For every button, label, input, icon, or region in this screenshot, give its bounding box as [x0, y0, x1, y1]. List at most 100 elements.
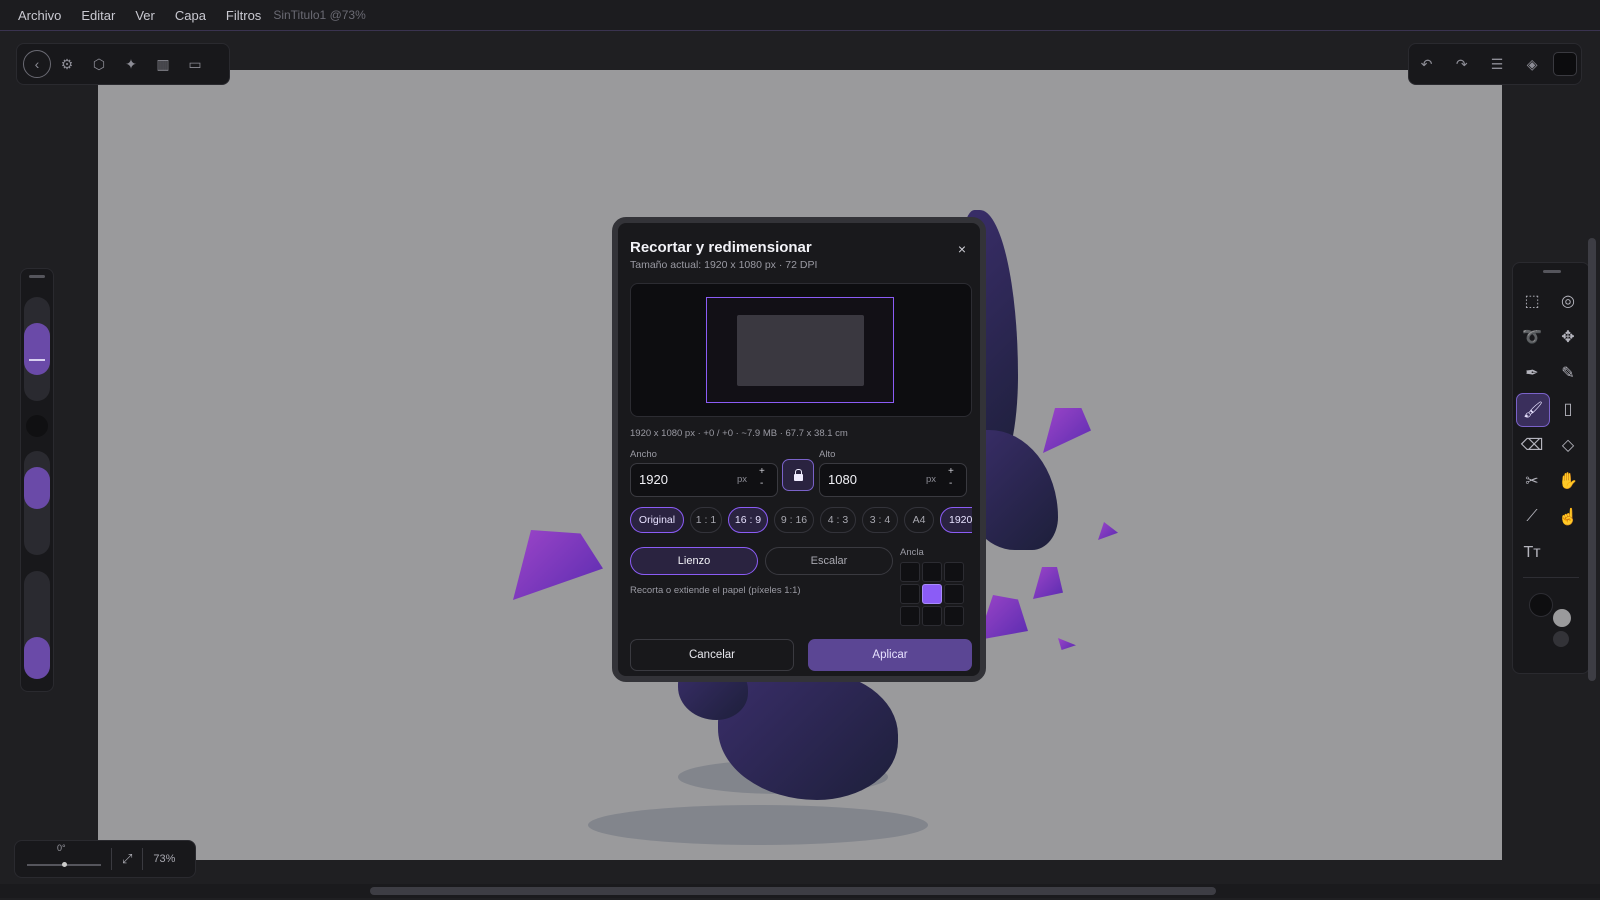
window-icon[interactable]: ▭ — [179, 48, 211, 80]
gradient-icon[interactable]: ▥ — [147, 48, 179, 80]
close-icon[interactable]: × — [958, 241, 966, 257]
panel-divider — [1523, 577, 1579, 578]
preset-original[interactable]: Original — [630, 507, 684, 533]
dialog-subtitle: Tamaño actual: 1920 x 1080 px · 72 DPI — [630, 259, 818, 271]
lasso-icon[interactable]: ➰ — [1516, 321, 1548, 353]
preset-1920[interactable]: 1920 — [940, 507, 972, 533]
menu-filtros[interactable]: Filtros — [226, 8, 261, 23]
gear-icon[interactable]: ⚙ — [51, 48, 83, 80]
swap-colors-swatch[interactable] — [1553, 631, 1569, 647]
preset-a4[interactable]: A4 — [904, 507, 934, 533]
anchor-top-right[interactable] — [944, 562, 964, 582]
height-increment-button[interactable]: + — [948, 466, 954, 477]
divider — [142, 848, 144, 870]
width-field[interactable]: 1920 px + - — [630, 463, 778, 497]
height-decrement-button[interactable]: - — [949, 478, 952, 489]
preset-1-1[interactable]: 1 : 1 — [690, 507, 722, 533]
artwork-shard — [513, 530, 603, 600]
background-color-swatch[interactable] — [1553, 609, 1571, 627]
cancel-button[interactable]: Cancelar — [630, 639, 794, 671]
menu-archivo[interactable]: Archivo — [18, 8, 61, 23]
cube-icon[interactable]: ⬡ — [83, 48, 115, 80]
opacity-slider[interactable] — [24, 451, 50, 555]
anchor-center[interactable] — [922, 584, 942, 604]
anchor-middle-left[interactable] — [900, 584, 920, 604]
vertical-scroll-thumb[interactable] — [1588, 238, 1596, 681]
hand-icon[interactable]: ✋ — [1552, 465, 1584, 497]
mode-canvas-button[interactable]: Lienzo — [630, 547, 758, 575]
crop-resize-dialog: Recortar y redimensionar Tamaño actual: … — [612, 217, 986, 682]
width-value[interactable]: 1920 — [639, 472, 668, 487]
zoom-value[interactable]: 73% — [153, 853, 175, 865]
flow-slider[interactable] — [24, 571, 50, 679]
gesture-icon[interactable]: ☝ — [1552, 501, 1584, 533]
panel-handle — [29, 275, 45, 278]
brush-size-slider[interactable] — [24, 297, 50, 401]
dialog-title: Recortar y redimensionar — [630, 239, 812, 256]
crop-info: 1920 x 1080 px · +0 / +0 · ~7.9 MB · 67.… — [630, 428, 848, 439]
width-increment-button[interactable]: + — [759, 466, 765, 477]
apply-button[interactable]: Aplicar — [808, 639, 972, 671]
spray-icon[interactable]: ▯ — [1552, 393, 1584, 425]
width-decrement-button[interactable]: - — [760, 478, 763, 489]
zoom-panel: 0° ⤢ 73% — [14, 840, 196, 878]
pencil-icon[interactable]: ✎ — [1552, 357, 1584, 389]
back-icon[interactable]: ‹ — [23, 50, 51, 78]
rotation-knob[interactable] — [62, 862, 67, 867]
sliders-icon[interactable]: ☰ — [1483, 50, 1511, 78]
toolbar-left: ‹ ⚙ ⬡ ✦ ▥ ▭ — [16, 43, 230, 85]
preset-9-16[interactable]: 9 : 16 — [774, 507, 814, 533]
horizontal-scrollbar[interactable] — [0, 884, 1600, 898]
brush-icon[interactable]: 🖌 — [1516, 393, 1550, 427]
layers-icon[interactable]: ◈ — [1518, 50, 1546, 78]
color-swatch[interactable] — [1553, 52, 1578, 76]
foreground-color-swatch[interactable] — [1529, 593, 1553, 617]
anchor-middle-right[interactable] — [944, 584, 964, 604]
text-icon[interactable]: Tт — [1516, 537, 1548, 569]
menu-editar[interactable]: Editar — [81, 8, 115, 23]
fill-bucket-icon[interactable]: ◇ — [1552, 429, 1584, 461]
brush-sliders — [20, 268, 54, 692]
height-unit: px — [926, 474, 937, 485]
document-title: SinTitulo1 @73% — [273, 8, 366, 22]
anchor-bottom-left[interactable] — [900, 606, 920, 626]
marquee-select-icon[interactable]: ⬚ — [1516, 285, 1548, 317]
undo-icon[interactable]: ↶ — [1413, 50, 1441, 78]
redo-icon[interactable]: ↷ — [1448, 50, 1476, 78]
preset-3-4[interactable]: 3 : 4 — [862, 507, 898, 533]
magic-wand-icon[interactable]: ✦ — [115, 48, 147, 80]
eyedropper-icon[interactable]: ⟋ — [1516, 501, 1548, 533]
preset-16-9[interactable]: 16 : 9 — [728, 507, 768, 533]
pen-icon[interactable]: ✒ — [1516, 357, 1548, 389]
height-value[interactable]: 1080 — [828, 472, 857, 487]
rotation-slider[interactable] — [27, 862, 101, 867]
artwork-shard — [1043, 408, 1091, 453]
anchor-bottom-center[interactable] — [922, 606, 942, 626]
slider-thumb[interactable] — [29, 359, 45, 361]
menu-capa[interactable]: Capa — [175, 8, 206, 23]
toolbar-right: ↶ ↷ ☰ ◈ — [1408, 43, 1582, 85]
shapes-icon[interactable]: ◎ — [1552, 285, 1584, 317]
anchor-top-center[interactable] — [922, 562, 942, 582]
horizontal-scroll-thumb[interactable] — [370, 887, 1216, 895]
crop-frame[interactable] — [706, 297, 894, 403]
anchor-label: Ancla — [900, 547, 924, 558]
smudge-icon[interactable]: ✂ — [1516, 465, 1548, 497]
lock-aspect-button[interactable] — [782, 459, 814, 491]
preview-image — [737, 315, 864, 386]
crop-preview[interactable] — [630, 283, 972, 417]
opacity-fill — [24, 467, 50, 509]
move-icon[interactable]: ✥ — [1552, 321, 1584, 353]
menu-ver[interactable]: Ver — [135, 8, 155, 23]
eraser-icon[interactable]: ⌫ — [1516, 429, 1548, 461]
artwork-shadow — [588, 805, 928, 845]
height-field[interactable]: 1080 px + - — [819, 463, 967, 497]
anchor-bottom-right[interactable] — [944, 606, 964, 626]
color-dot[interactable] — [26, 415, 48, 437]
fit-screen-icon[interactable]: ⤢ — [122, 851, 132, 867]
mode-hint: Recorta o extiende el papel (píxeles 1:1… — [630, 585, 801, 596]
preset-4-3[interactable]: 4 : 3 — [820, 507, 856, 533]
anchor-top-left[interactable] — [900, 562, 920, 582]
anchor-grid — [900, 562, 968, 628]
mode-scale-button[interactable]: Escalar — [765, 547, 893, 575]
